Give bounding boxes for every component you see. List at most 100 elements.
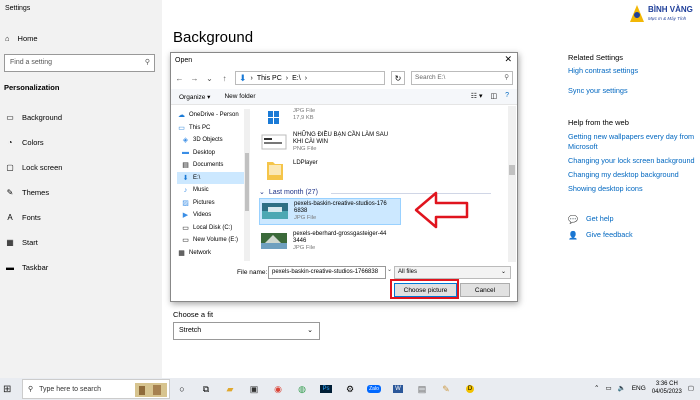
view-options-icon[interactable]: ☷ ▾ [471,92,483,100]
give-feedback-link[interactable]: Give feedback [586,230,633,240]
breadcrumb-drive[interactable]: E:\ [292,75,301,82]
wallpapers-link[interactable]: Getting new wallpapers every day from Mi… [568,132,696,152]
taskbar-search[interactable]: ⚲ Type here to search [22,379,170,399]
get-help-row[interactable]: 💬 Get help [568,214,696,224]
settings-icon[interactable]: ⚙ [338,378,362,400]
nav-item-videos[interactable]: ▶ Videos [177,209,249,222]
nav-item-e-drive[interactable]: ⬇ E:\ [177,171,249,184]
clock[interactable]: 3:36 CH 04/05/2023 [652,380,682,396]
chrome-icon[interactable]: ◉ [266,378,290,400]
volume-icon[interactable]: 🔈 [618,384,626,392]
pointer-arrow-icon [414,191,469,229]
paint-icon[interactable]: ✎ [434,378,458,400]
nav-item-music[interactable]: ♪ Music [177,184,249,197]
back-arrow-icon[interactable]: ← [175,74,184,83]
palette-icon: ◔ [7,138,13,147]
chevron-right-icon: › [250,74,253,82]
chevron-up-icon[interactable]: ⌃ [594,384,599,392]
fit-select[interactable]: Stretch ⌄ [173,322,320,340]
chevron-down-icon: ⌄ [500,269,506,275]
file-explorer-icon[interactable]: ▰ [218,378,242,400]
file-scrollbar[interactable] [508,106,516,262]
nav-item-label: Music [193,187,209,194]
sync-settings-link[interactable]: Sync your settings [568,86,696,96]
file-item[interactable]: LDPlayer [261,160,318,180]
app-icon[interactable]: ▤ [410,378,434,400]
high-contrast-link[interactable]: High contrast settings [568,66,696,76]
nav-item-pictures[interactable]: ▨ Pictures [177,197,249,210]
desktop-icons-link[interactable]: Showing desktop icons [568,184,696,194]
sidebar-item-start[interactable]: ▦ Start [5,238,38,247]
language-indicator[interactable]: ENG [632,385,646,392]
word-icon[interactable]: W [386,378,410,400]
dialog-search-input[interactable]: Search E:\ ⚲ [411,71,513,85]
photoshop-icon[interactable]: Ps [314,378,338,400]
dialog-nav-bar: ← → ⌄ ↑ ⬇ › This PC › E:\ › ↻ Search E:\… [175,70,513,86]
organize-button[interactable]: Organize ▾ [179,93,210,101]
file-item-selected[interactable]: pexels-baskin-creative-studios-176 6838 … [259,198,401,225]
find-setting-input[interactable]: Find a setting ⚲ [4,54,155,72]
sidebar-item-taskbar[interactable]: ▬ Taskbar [5,263,48,272]
cube-icon: ◈ [182,137,189,145]
sidebar-item-fonts[interactable]: A Fonts [5,213,40,222]
nav-item-label: E:\ [193,174,201,181]
window-title: Settings [5,5,31,12]
search-icon: ⚲ [144,59,150,66]
file-item[interactable]: JPG File 17,9 KB [261,108,315,128]
notification-icon[interactable]: ▢ [688,384,694,392]
refresh-icon[interactable]: ↻ [391,71,405,85]
new-folder-button[interactable]: New folder [224,93,255,100]
file-name-input[interactable]: pexels-baskin-creative-studios-1766838 [268,266,386,279]
nav-scrollbar-thumb[interactable] [245,153,249,211]
breadcrumb-this-pc[interactable]: This PC [257,75,282,82]
sidebar-item-lock-screen[interactable]: ▢ Lock screen [5,163,62,172]
ldplayer-icon[interactable]: D [458,378,482,400]
nav-item-desktop[interactable]: ▬ Desktop [177,147,249,160]
task-switch-icon[interactable]: ⧉ [194,378,218,400]
sidebar-item-colors[interactable]: ◔ Colors [5,138,44,147]
nav-item-3d-objects[interactable]: ◈ 3D Objects [177,134,249,147]
group-header[interactable]: ⌄ Last month (27) [259,188,318,197]
file-item[interactable]: pexels-eberhard-grossgasteiger-44 3446 J… [261,231,389,252]
preview-pane-icon[interactable]: ◫ [490,92,497,100]
coccoc-icon[interactable]: ◍ [290,378,314,400]
get-help-link[interactable]: Get help [586,214,614,224]
feedback-row[interactable]: 👤 Give feedback [568,230,696,240]
file-type-value: All files [398,269,418,275]
dialog-titlebar: Open [171,53,517,68]
cancel-button[interactable]: Cancel [460,283,510,297]
file-scrollbar-thumb[interactable] [509,165,515,175]
nav-item-onedrive[interactable]: ☁ OneDrive - Person [177,109,249,122]
task-view-icon[interactable]: ○ [170,378,194,400]
nav-item-label: OneDrive - Person [189,112,239,119]
file-item[interactable]: NHỮNG ĐIỀU BẠN CẦN LÀM SAU KHI CÀI WIN P… [261,132,391,153]
sidebar-item-label: Background [22,113,63,122]
network-icon[interactable]: ▭ [605,384,611,392]
nav-item-local-disk[interactable]: ▭ Local Disk (C:) [177,222,249,235]
up-arrow-icon[interactable]: ↑ [220,74,229,83]
sidebar-item-themes[interactable]: ✎ Themes [5,188,49,197]
help-icon[interactable]: ? [505,92,509,100]
download-icon: ⬇ [182,174,189,182]
file-type-select[interactable]: All files ⌄ [394,266,511,279]
image-thumbnail [262,203,288,219]
lock-screen-link[interactable]: Changing your lock screen background [568,156,696,166]
windows-start-icon[interactable]: ⊞ [3,384,19,395]
zalo-icon[interactable]: Zalo [362,378,386,400]
chevron-down-icon[interactable]: ⌄ [205,74,214,83]
close-icon[interactable]: ✕ [504,54,512,65]
sidebar-item-background[interactable]: ▭ Background [5,113,62,122]
file-type: JPG File [293,108,316,114]
navigation-pane: ☁ OneDrive - Person ▭ This PC ◈ 3D Objects … [177,109,249,261]
nav-item-this-pc[interactable]: ▭ This PC [177,122,249,135]
nav-item-documents[interactable]: ▤ Documents [177,159,249,172]
disk-icon: ▭ [182,237,189,245]
store-icon[interactable]: ▣ [242,378,266,400]
forward-arrow-icon[interactable]: → [190,74,199,83]
nav-item-new-volume[interactable]: ▭ New Volume (E:) [177,234,249,247]
nav-item-network[interactable]: ▦ Network [177,247,249,260]
home-nav[interactable]: ⌂ Home [5,34,38,43]
desktop-background-link[interactable]: Changing my desktop background [568,170,696,180]
nav-item-label: Pictures [193,199,215,206]
address-bar[interactable]: ⬇ › This PC › E:\ › [235,71,385,85]
